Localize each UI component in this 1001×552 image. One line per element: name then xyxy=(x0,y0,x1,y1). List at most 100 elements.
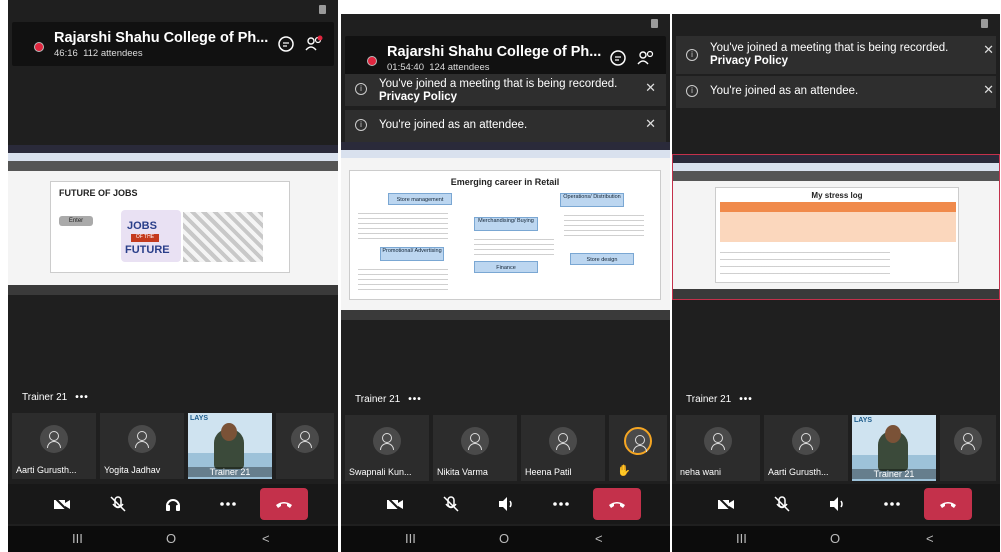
trainer-video[interactable]: LAYS Trainer 21 xyxy=(188,413,272,479)
meeting-panel-1: Rajarshi Shahu College of Ph... 46:16 11… xyxy=(8,0,338,552)
shared-screen: FUTURE OF JOBS Enter JOBS OF THE FUTURE xyxy=(8,145,338,295)
end-call-button[interactable] xyxy=(593,488,641,520)
recording-notice-banner: i You've joined a meeting that is being … xyxy=(345,74,666,106)
participant-tile[interactable]: Yogita Jadhav xyxy=(100,413,184,479)
slide-enter-button: Enter xyxy=(59,216,93,226)
participant-tile[interactable]: Nikita Varma xyxy=(433,415,517,481)
back-button[interactable]: < xyxy=(926,531,934,546)
participant-tile[interactable]: Aarti Gurusth... xyxy=(12,413,96,479)
back-button[interactable]: < xyxy=(595,531,603,546)
avatar xyxy=(373,427,401,455)
close-icon[interactable]: ✕ xyxy=(983,82,994,98)
participant-tile[interactable]: ✋ xyxy=(609,415,667,481)
meeting-info: 01:54:40 124 attendees xyxy=(387,62,490,73)
participant-name: Nikita Varma xyxy=(437,467,488,477)
recents-button[interactable]: III xyxy=(736,531,747,546)
participant-tile[interactable]: neha wani xyxy=(676,415,760,481)
camera-off-icon[interactable] xyxy=(716,494,736,514)
shared-screen: Emerging career in Retail Store manageme… xyxy=(341,142,670,320)
meeting-title: Rajarshi Shahu College of Ph... xyxy=(54,30,269,46)
more-icon[interactable] xyxy=(551,494,571,514)
more-icon[interactable] xyxy=(218,494,238,514)
recording-notice-banner: i You've joined a meeting that is being … xyxy=(676,36,996,74)
android-nav-bar: III O < xyxy=(341,526,670,552)
more-options-icon[interactable]: ••• xyxy=(408,394,422,405)
chat-icon[interactable] xyxy=(276,34,296,54)
participant-tile[interactable]: Aarti Gurusth... xyxy=(764,415,848,481)
call-controls xyxy=(8,484,338,524)
slide: Emerging career in Retail Store manageme… xyxy=(349,170,661,300)
recording-indicator xyxy=(34,42,44,52)
participant-name: Yogita Jadhav xyxy=(104,465,161,475)
attendee-notice-banner: i You're joined as an attendee. ✕ xyxy=(345,110,666,142)
meeting-panel-2: Rajarshi Shahu College of Ph... 01:54:40… xyxy=(341,14,670,552)
slide: My stress log xyxy=(715,187,959,283)
avatar xyxy=(128,425,156,453)
participant-name: Aarti Gurusth... xyxy=(768,467,829,477)
avatar xyxy=(954,427,982,455)
participant-tile[interactable] xyxy=(940,415,996,481)
trainer-video[interactable]: LAYS Trainer 21 xyxy=(852,415,936,481)
more-options-icon[interactable]: ••• xyxy=(75,392,89,403)
slide-box: Store management xyxy=(388,193,452,205)
avatar xyxy=(40,425,68,453)
privacy-policy-link[interactable]: Privacy Policy xyxy=(379,91,617,104)
recents-button[interactable]: III xyxy=(72,531,83,546)
info-icon: i xyxy=(355,83,367,95)
speaker-icon[interactable] xyxy=(496,494,516,514)
participants-icon[interactable] xyxy=(304,34,324,54)
mic-off-icon[interactable] xyxy=(772,494,792,514)
slide-heading: Emerging career in Retail xyxy=(450,177,560,187)
mic-off-icon[interactable] xyxy=(441,494,461,514)
slide-box: Merchandising/ Buying xyxy=(474,217,538,231)
info-icon: i xyxy=(686,49,698,61)
android-nav-bar: III O < xyxy=(8,526,338,552)
status-bar xyxy=(672,14,1000,34)
back-button[interactable]: < xyxy=(262,531,270,546)
slide-box: Finance xyxy=(474,261,538,273)
participant-name: neha wani xyxy=(680,467,722,477)
participants-icon[interactable] xyxy=(636,48,656,68)
slide-heading: My stress log xyxy=(811,191,863,200)
end-call-button[interactable] xyxy=(924,488,972,520)
attendee-notice-banner: i You're joined as an attendee. ✕ xyxy=(676,76,996,108)
meeting-timer: 46:16 xyxy=(54,48,78,59)
end-call-icon xyxy=(276,502,292,508)
close-icon[interactable]: ✕ xyxy=(983,42,994,58)
info-icon: i xyxy=(686,85,698,97)
participant-tile[interactable]: Heena Patil xyxy=(521,415,605,481)
participant-strip: Aarti Gurusth... Yogita Jadhav LAYS Trai… xyxy=(8,413,338,479)
trainer-label: Trainer 21 ••• xyxy=(22,392,89,403)
participant-tile[interactable]: Swapnali Kun... xyxy=(345,415,429,481)
avatar xyxy=(704,427,732,455)
info-icon: i xyxy=(355,119,367,131)
home-button[interactable]: O xyxy=(830,531,840,546)
close-icon[interactable]: ✕ xyxy=(645,80,656,96)
home-button[interactable]: O xyxy=(166,531,176,546)
more-options-icon[interactable]: ••• xyxy=(739,394,753,405)
privacy-policy-link[interactable]: Privacy Policy xyxy=(710,55,948,68)
participant-tile[interactable] xyxy=(276,413,334,479)
chat-icon[interactable] xyxy=(608,48,628,68)
camera-off-icon[interactable] xyxy=(385,494,405,514)
mic-off-icon[interactable] xyxy=(108,494,128,514)
meeting-title: Rajarshi Shahu College of Ph... xyxy=(387,44,602,60)
recents-button[interactable]: III xyxy=(405,531,416,546)
slide: FUTURE OF JOBS Enter JOBS OF THE FUTURE xyxy=(50,181,290,273)
close-icon[interactable]: ✕ xyxy=(645,116,656,132)
slide-image: JOBS OF THE FUTURE xyxy=(121,210,181,262)
meeting-timer: 01:54:40 xyxy=(387,62,424,73)
trainer-label: Trainer 21 ••• xyxy=(686,394,753,405)
home-button[interactable]: O xyxy=(499,531,509,546)
avatar xyxy=(291,425,319,453)
call-controls xyxy=(341,484,670,524)
headphones-icon[interactable] xyxy=(163,494,183,514)
more-icon[interactable] xyxy=(882,494,902,514)
trainer-label: Trainer 21 ••• xyxy=(355,394,422,405)
camera-off-icon[interactable] xyxy=(52,494,72,514)
participant-strip: Swapnali Kun... Nikita Varma Heena Patil… xyxy=(341,415,670,481)
participant-name: Heena Patil xyxy=(525,467,572,477)
meeting-panel-3: i You've joined a meeting that is being … xyxy=(672,14,1000,552)
end-call-button[interactable] xyxy=(260,488,308,520)
speaker-icon[interactable] xyxy=(827,494,847,514)
